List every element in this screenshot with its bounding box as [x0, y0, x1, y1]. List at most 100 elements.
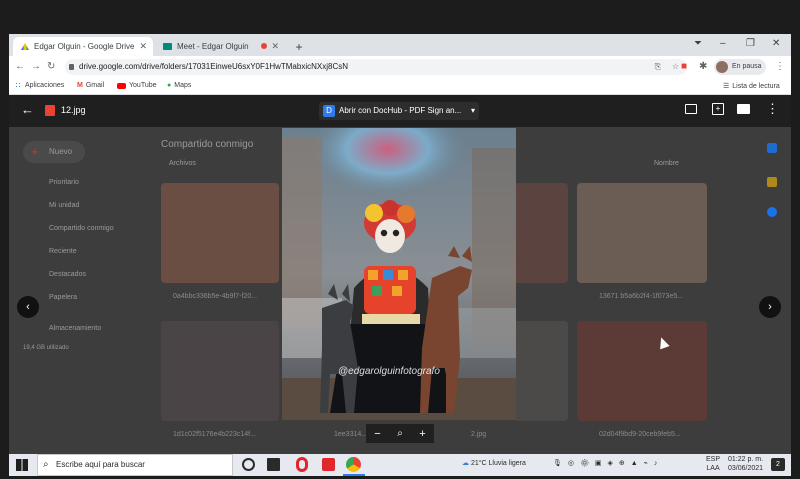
tab-search-icon[interactable]: ⏷	[694, 38, 702, 49]
clock-date: 03/06/2021	[728, 465, 764, 472]
file-thumbnail[interactable]	[161, 321, 279, 421]
file-name: 13671 b5a6b2f4-1f073e5...	[599, 293, 684, 300]
bookmark-gmail[interactable]: M Gmail	[77, 82, 104, 89]
tab-meet[interactable]: Meet - Edgar Olguin ✕	[155, 37, 285, 56]
bookmark-youtube[interactable]: YouTube	[117, 82, 157, 89]
new-tab-button[interactable]: +	[291, 37, 307, 56]
sort-control[interactable]: Nombre	[654, 160, 679, 167]
forward-icon[interactable]: →	[31, 60, 41, 74]
sidebar-item-recent[interactable]: Reciente	[49, 248, 77, 255]
bookmark-apps[interactable]: Aplicaciones	[15, 82, 64, 89]
chevron-down-icon: ▾	[470, 106, 475, 115]
file-thumbnail[interactable]	[514, 183, 568, 283]
opera-icon[interactable]	[296, 457, 308, 472]
windows-start-icon[interactable]	[16, 459, 28, 471]
section-label-text: Archivos	[169, 160, 196, 167]
apps-icon	[15, 82, 22, 89]
recording-icon	[261, 43, 267, 49]
bookmark-star-icon[interactable]: ☆	[672, 59, 679, 75]
reading-list-icon: ☰	[723, 83, 730, 90]
close-tab-icon[interactable]: ✕	[271, 41, 279, 52]
address-bar[interactable]: drive.google.com/drive/folders/17031Einw…	[65, 59, 687, 75]
file-thumbnail[interactable]	[577, 183, 707, 283]
open-with-label: Abrir con DocHub - PDF Sign an...	[339, 106, 462, 115]
previous-button[interactable]: ‹	[17, 296, 39, 318]
file-thumbnail[interactable]	[514, 321, 568, 421]
lock-icon	[69, 64, 74, 70]
zoom-in-button[interactable]: +	[419, 428, 425, 440]
zoom-controls: − ⌕ +	[366, 424, 434, 443]
clock[interactable]: 01:22 p. m. 03/06/2021	[728, 455, 763, 473]
photo-watermark: @edgarolguinfotografo	[338, 366, 440, 377]
sidebar-item-starred[interactable]: Destacados	[49, 271, 86, 278]
storage-used: 19,4 GB utilizado	[23, 345, 69, 351]
close-tab-icon[interactable]: ✕	[139, 41, 147, 52]
bookmark-label: Aplicaciones	[25, 82, 65, 89]
keep-icon[interactable]	[767, 177, 777, 187]
viewer-header: ← 12.jpg D Abrir con DocHub - PDF Sign a…	[9, 95, 791, 127]
netflix-icon[interactable]	[322, 458, 335, 471]
taskbar: ⌕ Escribe aquí para buscar ☁ 21°C Lluvia…	[9, 454, 791, 476]
reading-list-label: Lista de lectura	[732, 82, 780, 90]
clock-time: 01:22 p. m.	[728, 456, 764, 463]
storage-used-text: 19,4 GB utilizado	[23, 345, 69, 351]
system-tray-icons[interactable]: 🎙◎⚙▣◈⊕▲⌁♪	[553, 459, 663, 467]
zoom-icon[interactable]: ⌕	[397, 428, 403, 439]
tab-strip: Edgar Olguin - Google Drive ✕ Meet - Edg…	[9, 34, 791, 56]
maps-icon: ●	[167, 82, 172, 89]
tasks-icon[interactable]	[767, 207, 777, 217]
add-to-drive-icon[interactable]	[685, 104, 697, 114]
install-icon[interactable]: ⎘	[655, 59, 661, 75]
close-viewer-icon[interactable]: ←	[21, 102, 34, 117]
sidebar-item-label: Compartido conmigo	[49, 225, 114, 232]
weather-cloud-icon: ☁	[462, 460, 469, 467]
tab-google-drive[interactable]: Edgar Olguin - Google Drive ✕	[13, 37, 153, 56]
section-label: Archivos	[169, 160, 196, 167]
bookmark-label: Maps	[174, 82, 192, 89]
comment-icon[interactable]: +	[712, 103, 724, 115]
profile-button[interactable]: En pausa	[714, 59, 766, 75]
avatar	[716, 61, 728, 73]
next-button[interactable]: ›	[759, 296, 781, 318]
weather-widget[interactable]: ☁ 21°C Lluvia ligera	[462, 459, 526, 467]
sidebar-item-storage[interactable]: Almacenamiento	[49, 325, 101, 332]
sidebar-item-label: Papelera	[49, 294, 78, 301]
sidebar-item-my-drive[interactable]: Mi unidad	[49, 202, 79, 209]
file-thumbnail[interactable]	[161, 183, 279, 283]
reading-list[interactable]: ☰ Lista de lectura	[723, 82, 780, 91]
plus-icon: +	[31, 144, 39, 159]
calendar-icon[interactable]	[767, 143, 777, 153]
close-window-button[interactable]: ✕	[772, 38, 780, 49]
new-button[interactable]: + Nuevo	[23, 141, 85, 163]
sidebar-item-shared[interactable]: Compartido conmigo	[49, 225, 114, 232]
file-thumbnail[interactable]	[577, 321, 707, 421]
sidebar-item-trash[interactable]: Papelera	[49, 294, 77, 301]
notifications-button[interactable]: 2	[771, 458, 785, 471]
sidebar-item-label: Prioritario	[49, 179, 79, 186]
storage-label: Almacenamiento	[49, 325, 102, 332]
file-name: 02d04f9bd9-20ceb9feb5...	[599, 431, 681, 438]
zoom-out-button[interactable]: −	[374, 428, 380, 440]
bookmark-maps[interactable]: ● Maps	[167, 82, 191, 89]
language-indicator[interactable]: ESP LAA	[706, 455, 720, 473]
menu-dots-icon[interactable]: ⋮	[775, 60, 785, 74]
store-icon[interactable]	[267, 458, 280, 471]
task-view-icon[interactable]	[242, 458, 255, 471]
more-options-icon[interactable]: ⋮	[766, 101, 779, 117]
reload-icon[interactable]: ↻	[47, 60, 55, 74]
sort-label: Nombre	[654, 160, 679, 167]
file-name: 2.jpg	[471, 431, 487, 438]
back-icon[interactable]: ←	[15, 60, 25, 74]
restore-button[interactable]: ❐	[746, 38, 755, 49]
taskbar-search-box[interactable]: ⌕ Escribe aquí para buscar	[37, 454, 233, 476]
extension-icon[interactable]: ■	[681, 60, 687, 74]
sidebar-item-label: Mi unidad	[49, 202, 80, 209]
chrome-icon[interactable]	[346, 457, 361, 472]
extensions-puzzle-icon[interactable]: ✱	[699, 60, 707, 74]
sidebar-item-priority[interactable]: Prioritario	[49, 179, 79, 186]
minimize-button[interactable]: –	[720, 38, 726, 49]
print-icon[interactable]	[737, 104, 750, 114]
gmail-icon: M	[77, 82, 83, 89]
weather-text: 21°C Lluvia ligera	[470, 460, 526, 467]
open-with-button[interactable]: D Abrir con DocHub - PDF Sign an... ▾	[319, 102, 479, 120]
